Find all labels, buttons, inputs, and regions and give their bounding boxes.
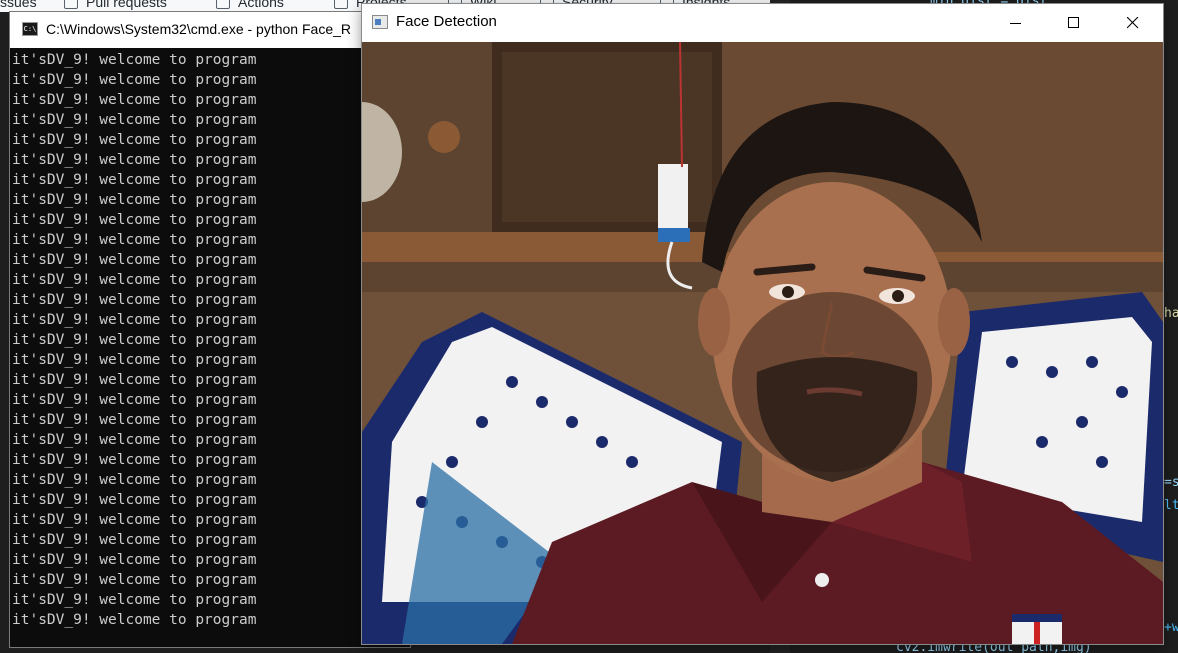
code-fragment: +w xyxy=(1164,620,1178,635)
cmd-output-line: it'sDV_9! welcome to program xyxy=(12,212,257,228)
cmd-output-line: it'sDV_9! welcome to program xyxy=(12,152,257,168)
code-fragment: lt xyxy=(1164,498,1178,513)
cmd-output-line: it'sDV_9! welcome to program xyxy=(12,512,257,528)
cmd-output-line: it'sDV_9! welcome to program xyxy=(12,572,257,588)
pull-request-icon xyxy=(64,0,78,10)
cmd-output-line: it'sDV_9! welcome to program xyxy=(12,132,257,148)
cmd-output-line: it'sDV_9! welcome to program xyxy=(12,472,257,488)
webcam-image xyxy=(362,42,1163,644)
cmd-output-line: it'sDV_9! welcome to program xyxy=(12,252,257,268)
cmd-output-line: it'sDV_9! welcome to program xyxy=(12,492,257,508)
close-button[interactable] xyxy=(1104,4,1162,42)
cmd-output-line: it'sDV_9! welcome to program xyxy=(12,332,257,348)
code-fragment: =s xyxy=(1164,475,1178,490)
face-detection-window[interactable]: Face Detection xyxy=(362,4,1163,644)
cmd-output-line: it'sDV_9! welcome to program xyxy=(12,612,257,628)
minimize-button[interactable] xyxy=(987,4,1045,42)
face-detection-title: Face Detection xyxy=(396,13,497,30)
app-window-icon xyxy=(372,15,388,29)
cmd-output-line: it'sDV_9! welcome to program xyxy=(12,232,257,248)
cmd-output-line: it'sDV_9! welcome to program xyxy=(12,292,257,308)
cmd-output-line: it'sDV_9! welcome to program xyxy=(12,92,257,108)
cmd-output-line: it'sDV_9! welcome to program xyxy=(12,372,257,388)
cmd-output-line: it'sDV_9! welcome to program xyxy=(12,452,257,468)
cmd-output-line: it'sDV_9! welcome to program xyxy=(12,532,257,548)
cmd-output-line: it'sDV_9! welcome to program xyxy=(12,192,257,208)
cmd-output-line: it'sDV_9! welcome to program xyxy=(12,172,257,188)
cmd-window[interactable]: C:\ C:\Windows\System32\cmd.exe - python… xyxy=(10,12,410,647)
cmd-window-title: C:\Windows\System32\cmd.exe - python Fac… xyxy=(46,21,352,37)
face-detection-titlebar[interactable]: Face Detection xyxy=(362,4,1163,42)
cmd-output-line: it'sDV_9! welcome to program xyxy=(12,592,257,608)
cmd-output-line: it'sDV_9! welcome to program xyxy=(12,432,257,448)
code-fragment: ha xyxy=(1164,306,1178,321)
minimize-icon xyxy=(1010,23,1021,24)
cmd-output-line: it'sDV_9! welcome to program xyxy=(12,52,257,68)
tab-issues[interactable]: ssues xyxy=(0,0,37,10)
maximize-icon xyxy=(1068,17,1079,28)
tab-pull-requests[interactable]: Pull requests xyxy=(64,0,167,10)
cmd-output-line: it'sDV_9! welcome to program xyxy=(12,552,257,568)
cmd-output-line: it'sDV_9! welcome to program xyxy=(12,272,257,288)
maximize-button[interactable] xyxy=(1045,4,1103,42)
terminal-icon: C:\ xyxy=(22,22,38,36)
cmd-output-line: it'sDV_9! welcome to program xyxy=(12,112,257,128)
cmd-output-line: it'sDV_9! welcome to program xyxy=(12,352,257,368)
project-icon xyxy=(334,0,348,10)
cmd-output-line: it'sDV_9! welcome to program xyxy=(12,312,257,328)
play-icon xyxy=(216,0,230,10)
webcam-frame xyxy=(362,42,1163,644)
cmd-output[interactable]: it'sDV_9! welcome to program it'sDV_9! we… xyxy=(12,48,410,647)
cmd-output-line: it'sDV_9! welcome to program xyxy=(12,392,257,408)
cmd-output-line: it'sDV_9! welcome to program xyxy=(12,412,257,428)
close-icon xyxy=(1127,17,1139,29)
tab-actions[interactable]: Actions xyxy=(216,0,284,10)
cmd-output-line: it'sDV_9! welcome to program xyxy=(12,72,257,88)
cmd-titlebar[interactable]: C:\ C:\Windows\System32\cmd.exe - python… xyxy=(10,12,410,48)
